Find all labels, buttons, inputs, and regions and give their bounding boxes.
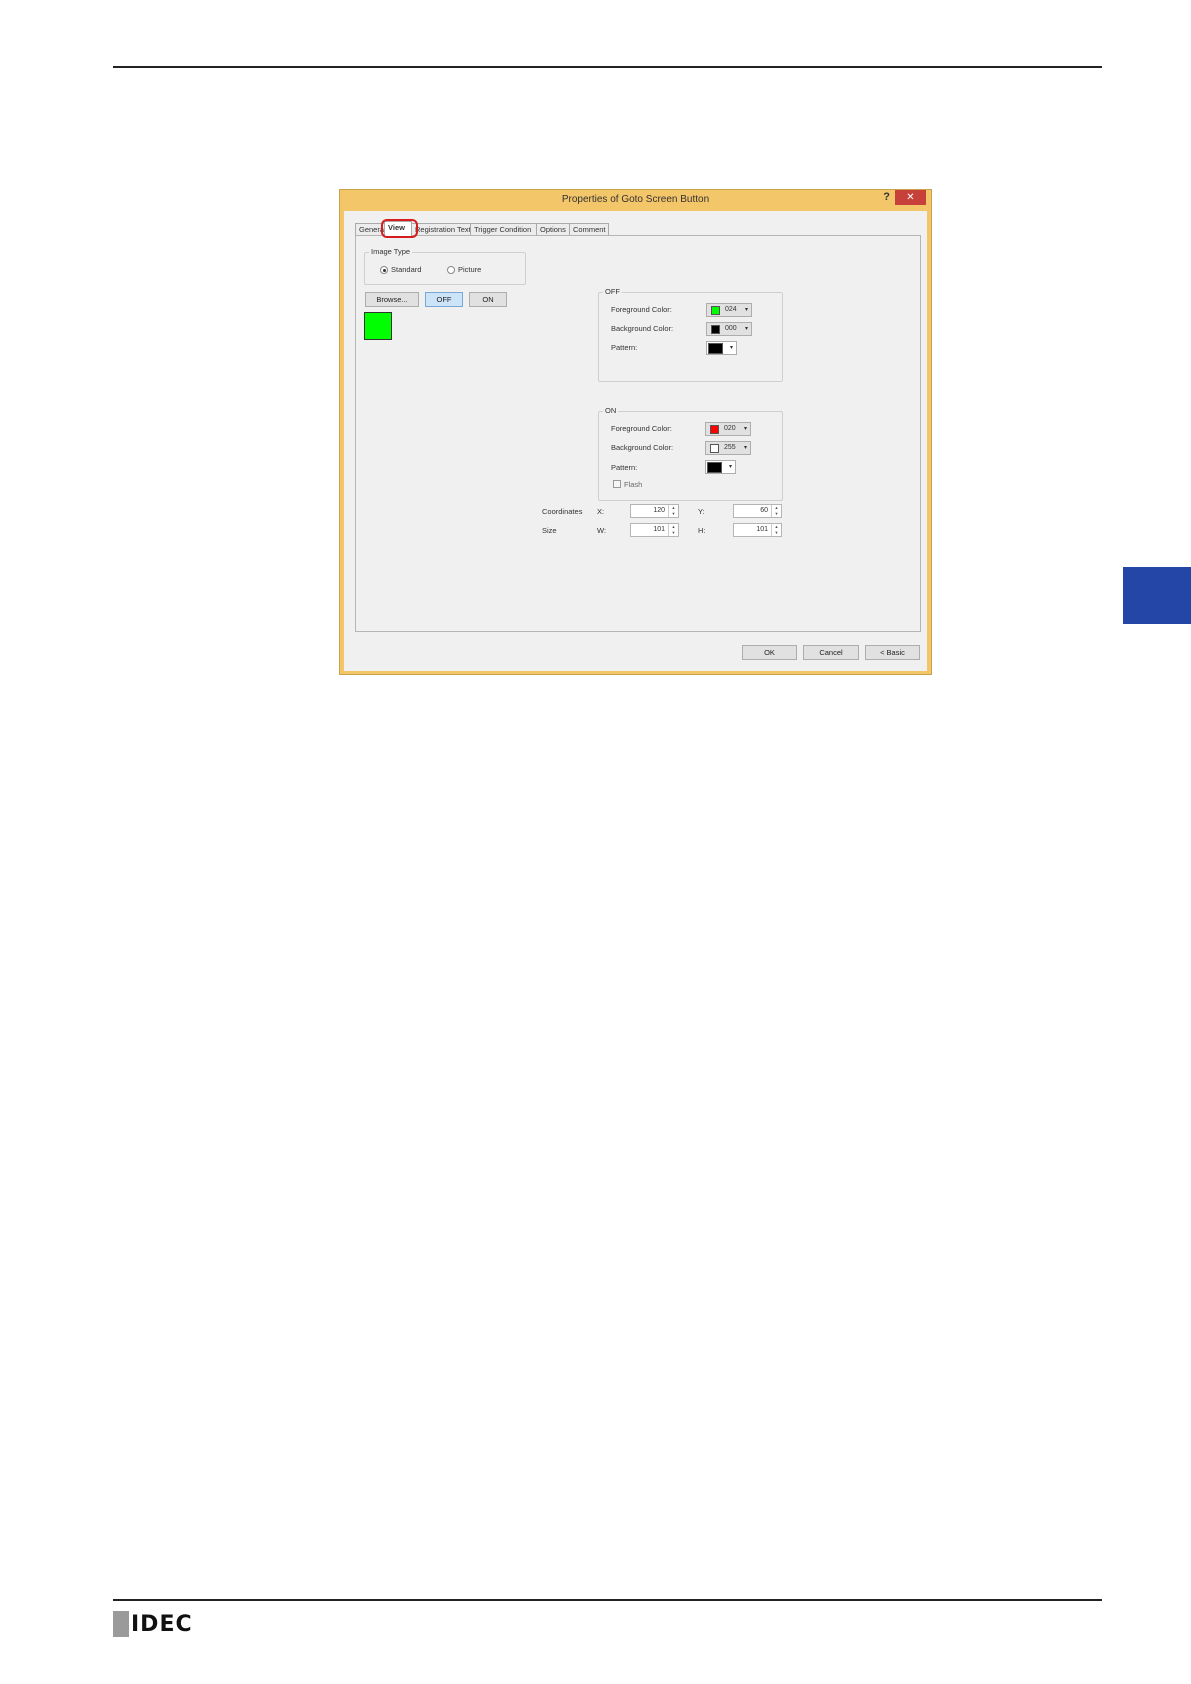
y-spinner[interactable]: ▲ ▼ bbox=[771, 505, 781, 517]
off-foreground-value: 024 bbox=[725, 306, 737, 313]
w-value: 101 bbox=[653, 526, 665, 533]
y-value: 60 bbox=[760, 507, 768, 514]
dialog-title: Properties of Goto Screen Button bbox=[561, 194, 710, 205]
w-spinner[interactable]: ▲ ▼ bbox=[668, 524, 678, 536]
x-value: 120 bbox=[653, 507, 665, 514]
chevron-down-icon: ▾ bbox=[743, 445, 747, 451]
off-group: OFF Foreground Color: 024 ▾ Background C… bbox=[598, 287, 783, 382]
on-foreground-swatch bbox=[710, 425, 719, 434]
button-preview bbox=[364, 312, 392, 340]
on-pattern-swatch bbox=[707, 462, 722, 473]
x-label: X: bbox=[597, 507, 605, 516]
h-value: 101 bbox=[756, 526, 768, 533]
idec-logo: IDEC bbox=[113, 1611, 193, 1637]
chevron-down-icon: ▾ bbox=[744, 326, 748, 332]
on-background-value: 255 bbox=[724, 444, 736, 451]
help-button[interactable]: ? bbox=[883, 191, 890, 203]
on-state-button[interactable]: ON bbox=[469, 292, 507, 307]
picture-label: Picture bbox=[458, 265, 482, 274]
x-spinner[interactable]: ▲ ▼ bbox=[668, 505, 678, 517]
y-label: Y: bbox=[698, 507, 705, 516]
flash-label: Flash bbox=[624, 480, 643, 489]
logo-mark-icon bbox=[113, 1611, 129, 1637]
off-state-button[interactable]: OFF bbox=[425, 292, 463, 307]
chevron-down-icon: ▾ bbox=[728, 464, 732, 470]
on-pattern-label: Pattern: bbox=[611, 463, 638, 472]
h-label: H: bbox=[698, 526, 706, 535]
cancel-button[interactable]: Cancel bbox=[803, 645, 859, 660]
on-background-label: Background Color: bbox=[611, 443, 674, 452]
off-pattern-label: Pattern: bbox=[611, 343, 638, 352]
on-foreground-value: 020 bbox=[724, 425, 736, 432]
standard-label: Standard bbox=[391, 265, 422, 274]
basic-button[interactable]: < Basic bbox=[865, 645, 920, 660]
off-group-label: OFF bbox=[603, 287, 622, 296]
on-pattern-picker[interactable]: ▾ bbox=[705, 460, 736, 474]
properties-dialog: Properties of Goto Screen Button ? ✕ Gen… bbox=[339, 189, 932, 675]
off-background-color-picker[interactable]: 000 ▾ bbox=[706, 322, 752, 336]
on-background-color-picker[interactable]: 255 ▾ bbox=[705, 441, 751, 455]
standard-radio[interactable] bbox=[380, 266, 388, 274]
off-background-swatch bbox=[711, 325, 720, 334]
browse-button[interactable]: Browse... bbox=[365, 292, 419, 307]
on-foreground-label: Foreground Color: bbox=[611, 424, 672, 433]
chapter-side-tab bbox=[1123, 567, 1191, 624]
h-spinner[interactable]: ▲ ▼ bbox=[771, 524, 781, 536]
off-background-value: 000 bbox=[725, 325, 737, 332]
chevron-down-icon: ▾ bbox=[744, 307, 748, 313]
chevron-down-icon: ▾ bbox=[743, 426, 747, 432]
off-pattern-swatch bbox=[708, 343, 723, 354]
dialog-client: General View Registration Text Trigger C… bbox=[344, 211, 927, 671]
image-type-label: Image Type bbox=[369, 247, 413, 256]
on-group-label: ON bbox=[603, 406, 619, 415]
flash-checkbox[interactable] bbox=[613, 480, 621, 488]
w-input[interactable]: 101 ▲ ▼ bbox=[630, 523, 679, 537]
close-button[interactable]: ✕ bbox=[895, 190, 926, 205]
logo-text: IDEC bbox=[131, 1611, 193, 1637]
coordinates-label: Coordinates bbox=[542, 507, 583, 516]
y-input[interactable]: 60 ▲ ▼ bbox=[733, 504, 782, 518]
picture-radio[interactable] bbox=[447, 266, 455, 274]
header-rule bbox=[113, 66, 1102, 68]
off-foreground-swatch bbox=[711, 306, 720, 315]
ok-button[interactable]: OK bbox=[742, 645, 797, 660]
on-foreground-color-picker[interactable]: 020 ▾ bbox=[705, 422, 751, 436]
off-foreground-color-picker[interactable]: 024 ▾ bbox=[706, 303, 752, 317]
size-label: Size bbox=[542, 526, 557, 535]
on-background-swatch bbox=[710, 444, 719, 453]
chevron-down-icon: ▾ bbox=[729, 345, 733, 351]
h-input[interactable]: 101 ▲ ▼ bbox=[733, 523, 782, 537]
image-type-group: Image Type Standard Picture bbox=[364, 247, 526, 285]
w-label: W: bbox=[597, 526, 607, 535]
footer-rule bbox=[113, 1599, 1102, 1601]
x-input[interactable]: 120 ▲ ▼ bbox=[630, 504, 679, 518]
off-foreground-label: Foreground Color: bbox=[611, 305, 672, 314]
on-group: ON Foreground Color: 020 ▾ Background Co… bbox=[598, 406, 783, 501]
off-pattern-picker[interactable]: ▾ bbox=[706, 341, 737, 355]
dialog-titlebar: Properties of Goto Screen Button ? ✕ bbox=[340, 190, 931, 211]
off-background-label: Background Color: bbox=[611, 324, 674, 333]
view-tab-highlight bbox=[381, 219, 418, 238]
view-tab-pane: Image Type Standard Picture Browse... OF… bbox=[355, 235, 921, 632]
